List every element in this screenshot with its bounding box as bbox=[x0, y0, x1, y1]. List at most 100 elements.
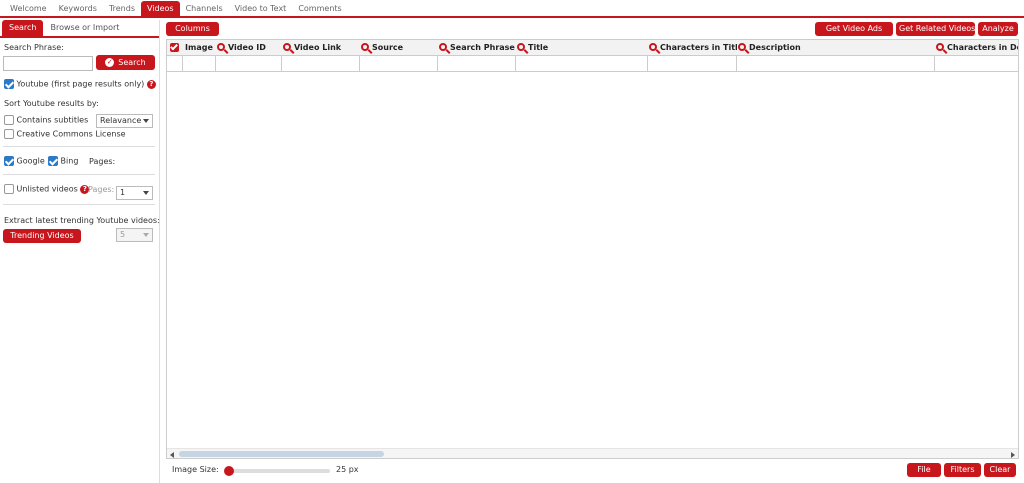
tab-keywords[interactable]: Keywords bbox=[53, 1, 103, 16]
clear-button[interactable]: Clear bbox=[984, 463, 1016, 477]
tab-trends[interactable]: Trends bbox=[103, 1, 141, 16]
column-header-label: Search Phrase bbox=[450, 43, 515, 52]
left-subtabs: Search Browse or Import bbox=[0, 20, 159, 38]
tab-welcome[interactable]: Welcome bbox=[4, 1, 53, 16]
scrollbar-thumb[interactable] bbox=[179, 451, 384, 457]
bing-checkbox[interactable] bbox=[48, 156, 58, 166]
column-header-characters-in-desc[interactable]: Characters in Desc bbox=[936, 40, 1018, 56]
column-header-video-link[interactable]: Video Link bbox=[283, 40, 359, 56]
column-header-label: Video ID bbox=[228, 43, 266, 52]
search-phrase-input[interactable] bbox=[3, 56, 93, 71]
filter-cell[interactable] bbox=[516, 56, 648, 72]
unlisted-option[interactable]: Unlisted videos ? bbox=[4, 184, 90, 194]
search-phrase-label: Search Phrase: bbox=[4, 43, 64, 52]
column-header-image[interactable]: Image bbox=[185, 40, 215, 56]
column-header-characters-in-title[interactable]: Characters in Title bbox=[649, 40, 737, 56]
search-icon[interactable] bbox=[517, 43, 525, 51]
filter-cell[interactable] bbox=[648, 56, 737, 72]
contains-subtitles-option[interactable]: Contains subtitles bbox=[4, 115, 88, 125]
analyze-button[interactable]: Analyze bbox=[978, 22, 1018, 36]
tab-comments[interactable]: Comments bbox=[292, 1, 347, 16]
filter-cell[interactable] bbox=[183, 56, 216, 72]
file-button[interactable]: File bbox=[907, 463, 941, 477]
tab-videos[interactable]: Videos bbox=[141, 1, 180, 16]
creative-commons-checkbox[interactable] bbox=[4, 129, 14, 139]
get-video-ads-button[interactable]: Get Video Ads bbox=[815, 22, 893, 36]
filter-row bbox=[167, 56, 1018, 72]
divider bbox=[3, 204, 155, 205]
youtube-checkbox[interactable] bbox=[4, 79, 14, 89]
search-button[interactable]: ✓ Search bbox=[96, 55, 155, 70]
contains-subtitles-checkbox[interactable] bbox=[4, 115, 14, 125]
filter-cell[interactable] bbox=[216, 56, 282, 72]
tab-channels[interactable]: Channels bbox=[180, 1, 229, 16]
youtube-option[interactable]: Youtube (first page results only) ? bbox=[4, 79, 156, 89]
unlisted-checkbox[interactable] bbox=[4, 184, 14, 194]
search-icon[interactable] bbox=[439, 43, 447, 51]
check-circle-icon: ✓ bbox=[105, 58, 115, 67]
creative-commons-label: Creative Commons License bbox=[16, 129, 126, 139]
slider-knob[interactable] bbox=[224, 466, 234, 476]
filter-cell[interactable] bbox=[438, 56, 516, 72]
column-header-label: Description bbox=[749, 43, 801, 52]
bing-label: Bing bbox=[60, 156, 79, 166]
filter-cell[interactable] bbox=[282, 56, 360, 72]
chevron-down-icon bbox=[143, 119, 149, 123]
search-icon[interactable] bbox=[361, 43, 369, 51]
column-header-video-id[interactable]: Video ID bbox=[217, 40, 281, 56]
chevron-down-icon bbox=[143, 233, 149, 237]
column-header-label: Image bbox=[185, 43, 213, 52]
bing-option[interactable]: Bing bbox=[48, 156, 78, 166]
subtab-search[interactable]: Search bbox=[2, 20, 44, 36]
contains-subtitles-label: Contains subtitles bbox=[16, 115, 89, 125]
sort-select[interactable]: Relavance bbox=[96, 114, 153, 128]
divider bbox=[3, 174, 155, 175]
image-size-label: Image Size: bbox=[172, 465, 219, 474]
search-icon[interactable] bbox=[936, 43, 944, 51]
search-icon[interactable] bbox=[283, 43, 291, 51]
column-header-description[interactable]: Description bbox=[738, 40, 934, 56]
search-icon[interactable] bbox=[649, 43, 657, 51]
column-header-title[interactable]: Title bbox=[517, 40, 647, 56]
horizontal-scrollbar[interactable] bbox=[167, 448, 1018, 458]
filters-button[interactable]: Filters bbox=[944, 463, 981, 477]
filter-cell[interactable] bbox=[737, 56, 935, 72]
scroll-right-icon[interactable] bbox=[1011, 452, 1015, 458]
select-all-checkbox[interactable] bbox=[170, 43, 179, 52]
filter-cell[interactable] bbox=[167, 56, 183, 72]
columns-button[interactable]: Columns bbox=[166, 22, 219, 36]
search-button-label: Search bbox=[118, 58, 146, 67]
chevron-down-icon bbox=[143, 191, 149, 195]
column-header-source[interactable]: Source bbox=[361, 40, 437, 56]
column-header-search-phrase[interactable]: Search Phrase bbox=[439, 40, 515, 56]
google-checkbox[interactable] bbox=[4, 156, 14, 166]
subtab-browse-import[interactable]: Browse or Import bbox=[43, 20, 126, 36]
get-related-videos-button[interactable]: Get Related Videos bbox=[896, 22, 975, 36]
unlisted-pages-select[interactable]: 5 bbox=[116, 228, 153, 242]
top-nav: Welcome Keywords Trends Videos Channels … bbox=[0, 0, 1024, 18]
search-icon[interactable] bbox=[217, 43, 225, 51]
column-header-label: Source bbox=[372, 43, 404, 52]
pages-select[interactable]: 1 bbox=[116, 186, 153, 200]
results-grid: Image Video ID Video Link Source Search … bbox=[166, 39, 1019, 459]
scroll-left-icon[interactable] bbox=[170, 452, 174, 458]
column-header-label: Characters in Title bbox=[660, 43, 737, 52]
tab-video-to-text[interactable]: Video to Text bbox=[229, 1, 293, 16]
google-option[interactable]: Google bbox=[4, 156, 45, 166]
left-panel: Search Browse or Import Search Phrase: ✓… bbox=[0, 20, 160, 483]
divider bbox=[3, 146, 155, 147]
filter-cell[interactable] bbox=[360, 56, 438, 72]
youtube-checkbox-label: Youtube (first page results only) bbox=[16, 79, 145, 89]
sort-label: Sort Youtube results by: bbox=[4, 99, 99, 108]
creative-commons-option[interactable]: Creative Commons License bbox=[4, 129, 126, 139]
trending-videos-button[interactable]: Trending Videos bbox=[3, 229, 81, 243]
search-icon[interactable] bbox=[738, 43, 746, 51]
column-header-label: Title bbox=[528, 43, 549, 52]
help-icon[interactable]: ? bbox=[146, 79, 156, 89]
column-header-label: Characters in Desc bbox=[947, 43, 1018, 52]
image-size-slider[interactable] bbox=[224, 466, 330, 476]
sort-select-value: Relavance bbox=[100, 116, 142, 125]
unlisted-label: Unlisted videos bbox=[16, 184, 78, 194]
pages-select-value: 1 bbox=[120, 188, 126, 197]
column-header-label: Video Link bbox=[294, 43, 342, 52]
